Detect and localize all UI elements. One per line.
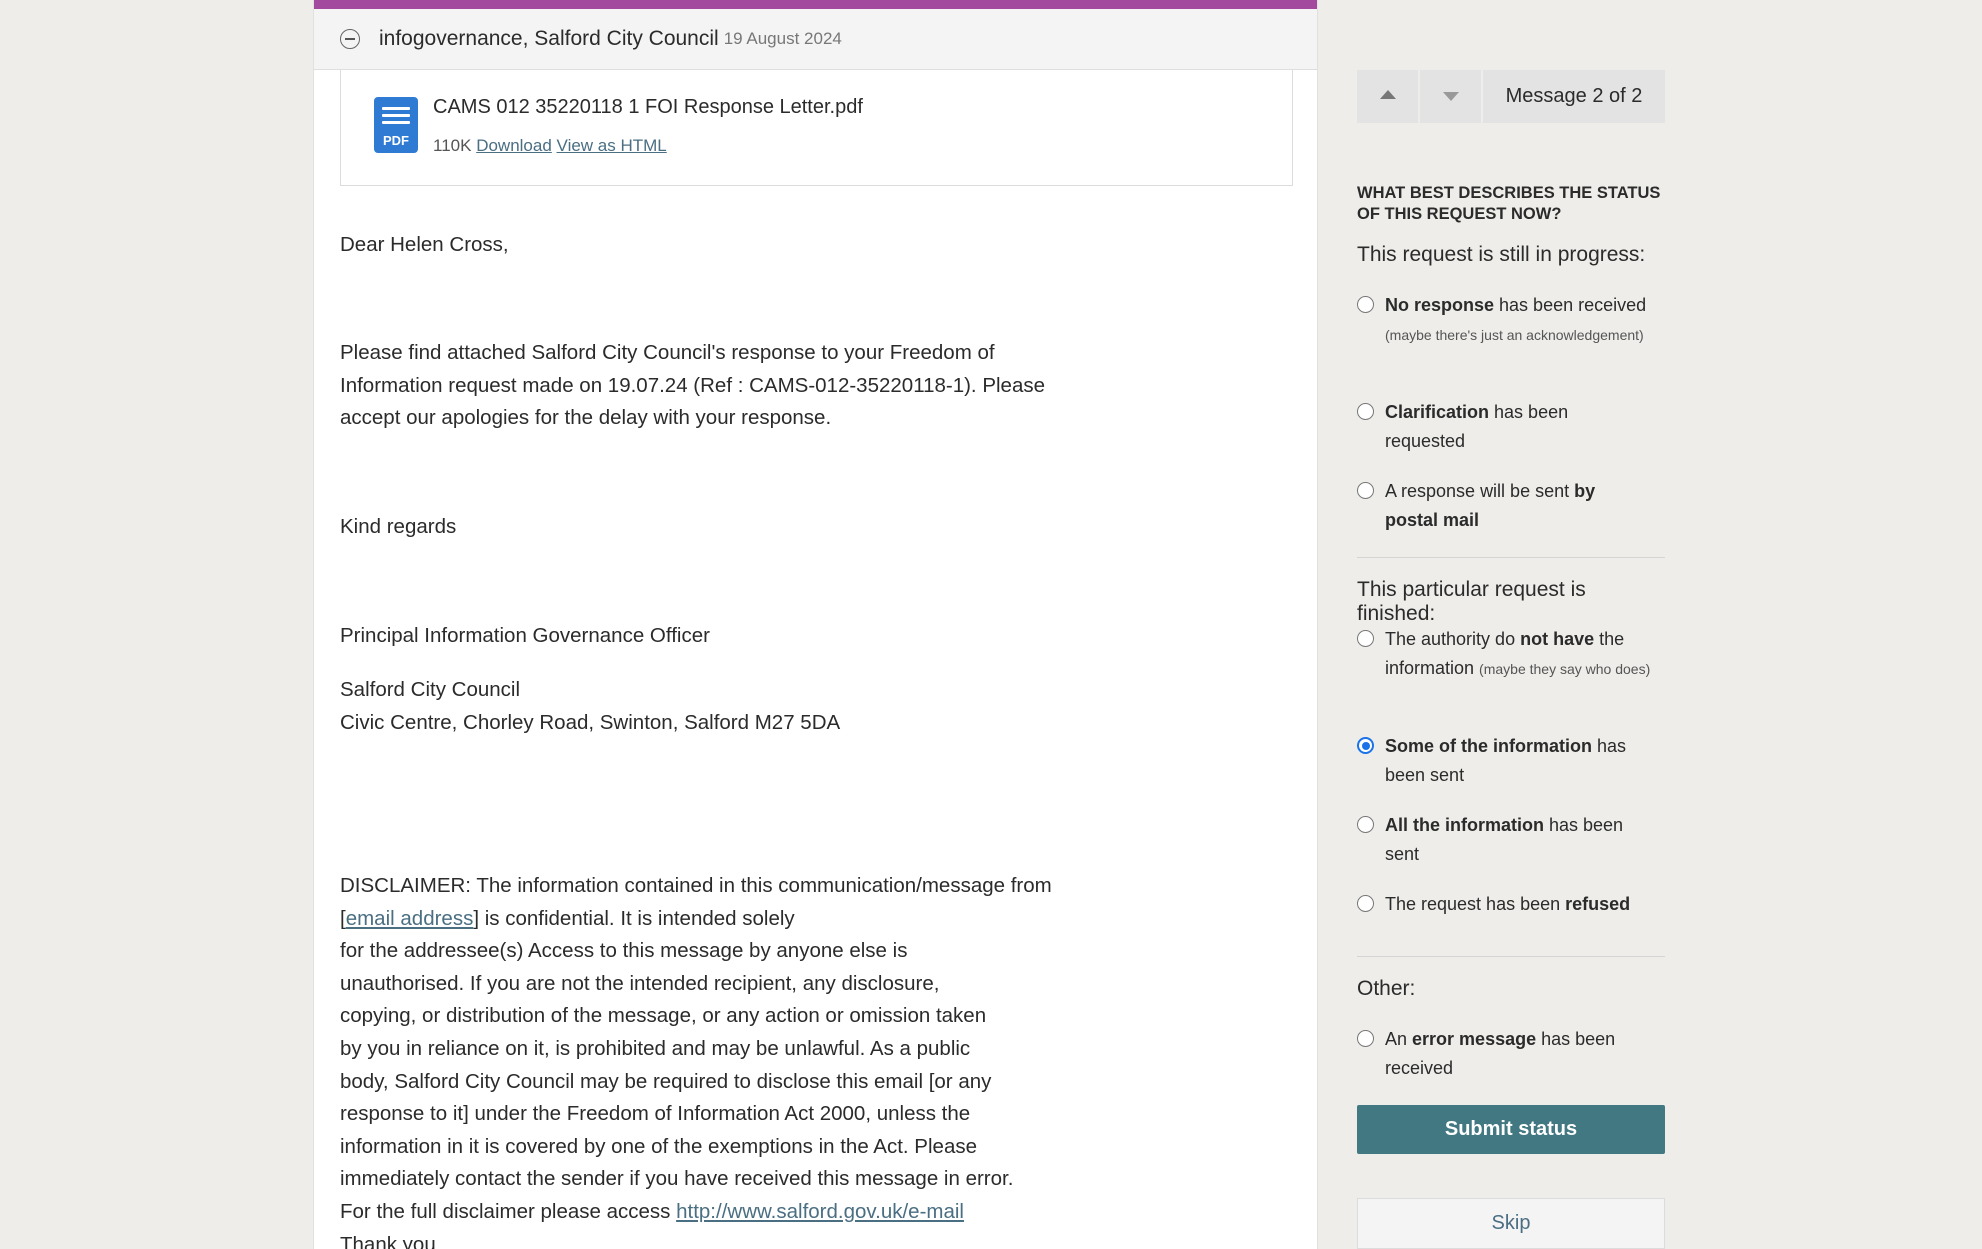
message-sender: infogovernance, Salford City Council bbox=[379, 27, 719, 50]
finished-heading: This particular request is finished: bbox=[1357, 578, 1586, 625]
previous-message-button[interactable] bbox=[1357, 70, 1418, 123]
response-paragraph: Please find attached Salford City Counci… bbox=[340, 341, 1045, 430]
divider bbox=[1357, 557, 1665, 558]
option-not-held-label: The authority do not have the informatio… bbox=[1385, 629, 1651, 678]
download-link[interactable]: Download bbox=[476, 136, 552, 155]
thank-you: Thank you bbox=[340, 1232, 436, 1249]
radio-successful[interactable] bbox=[1357, 816, 1374, 833]
signature-address: Salford City Council Civic Centre, Chorl… bbox=[340, 678, 841, 734]
view-as-html-link[interactable]: View as HTML bbox=[557, 136, 667, 155]
radio-error-message[interactable] bbox=[1357, 1030, 1374, 1047]
email-address-link[interactable]: email address bbox=[346, 907, 474, 930]
option-clarification-label: Clarification has been requested bbox=[1385, 402, 1569, 451]
pdf-icon-label: PDF bbox=[383, 133, 409, 148]
next-message-button[interactable] bbox=[1420, 70, 1481, 123]
attachment-meta: 110K Download View as HTML bbox=[433, 136, 667, 156]
option-partially-successful-label: Some of the information has been sent bbox=[1385, 736, 1627, 785]
option-postal-mail[interactable]: A response will be sent by postal mail bbox=[1357, 477, 1665, 535]
message-top-bar bbox=[314, 0, 1317, 9]
pdf-file-icon[interactable]: PDF bbox=[374, 97, 418, 153]
radio-postal-mail[interactable] bbox=[1357, 482, 1374, 499]
other-heading: Other: bbox=[1357, 977, 1416, 1000]
disclaimer-after-link: ] is confidential. It is intended solely bbox=[473, 906, 795, 930]
option-successful[interactable]: All the information has been sent bbox=[1357, 811, 1665, 869]
disclaimer-body: for the addressee(s) Access to this mess… bbox=[340, 939, 1014, 1191]
in-progress-heading: This request is still in progress: bbox=[1357, 243, 1646, 266]
option-error-message-label: An error message has been received bbox=[1385, 1029, 1616, 1078]
greeting: Dear Helen Cross, bbox=[340, 233, 509, 256]
option-successful-label: All the information has been sent bbox=[1385, 815, 1624, 864]
option-not-held[interactable]: The authority do not have the informatio… bbox=[1357, 625, 1665, 684]
radio-refused[interactable] bbox=[1357, 895, 1374, 912]
collapse-icon[interactable] bbox=[340, 29, 360, 49]
radio-partially-successful[interactable] bbox=[1357, 737, 1374, 754]
signature-title: Principal Information Governance Officer bbox=[340, 624, 710, 647]
message-navigation: Message 2 of 2 bbox=[1357, 70, 1665, 123]
message-date: 19 August 2024 bbox=[723, 29, 842, 48]
divider bbox=[1357, 956, 1665, 957]
message-header[interactable]: infogovernance, Salford City Council 19 … bbox=[314, 9, 1317, 70]
disclaimer-url-link[interactable]: http://www.salford.gov.uk/e-mail bbox=[676, 1200, 964, 1223]
status-question: What best describes the status of this r… bbox=[1357, 184, 1661, 223]
skip-button[interactable]: Skip bbox=[1357, 1198, 1665, 1249]
option-no-response[interactable]: No response has been received (maybe the… bbox=[1357, 291, 1665, 350]
radio-no-response[interactable] bbox=[1357, 296, 1374, 313]
option-refused[interactable]: The request has been refused bbox=[1357, 890, 1665, 919]
submit-status-button[interactable]: Submit status bbox=[1357, 1105, 1665, 1154]
attachment-name: CAMS 012 35220118 1 FOI Response Letter.… bbox=[433, 96, 863, 118]
kind-regards: Kind regards bbox=[340, 515, 457, 538]
radio-not-held[interactable] bbox=[1357, 630, 1374, 647]
option-partially-successful[interactable]: Some of the information has been sent bbox=[1357, 732, 1665, 790]
message-counter: Message 2 of 2 bbox=[1483, 70, 1665, 123]
option-postal-mail-label: A response will be sent by postal mail bbox=[1385, 481, 1596, 530]
option-refused-label: The request has been refused bbox=[1385, 894, 1631, 914]
attachment-box: PDF CAMS 012 35220118 1 FOI Response Let… bbox=[340, 70, 1293, 186]
message-card: infogovernance, Salford City Council 19 … bbox=[313, 0, 1318, 1249]
disclaimer-line1: DISCLAIMER: The information contained in… bbox=[340, 874, 1052, 897]
attachment-size: 110K bbox=[433, 136, 472, 155]
disclaimer: DISCLAIMER: The information contained in… bbox=[340, 870, 1052, 1249]
disclaimer-access-prefix: For the full disclaimer please access bbox=[340, 1199, 677, 1223]
option-clarification[interactable]: Clarification has been requested bbox=[1357, 398, 1665, 456]
option-no-response-label: No response has been received (maybe the… bbox=[1385, 295, 1647, 343]
option-error-message[interactable]: An error message has been received bbox=[1357, 1025, 1665, 1083]
radio-clarification[interactable] bbox=[1357, 403, 1374, 420]
